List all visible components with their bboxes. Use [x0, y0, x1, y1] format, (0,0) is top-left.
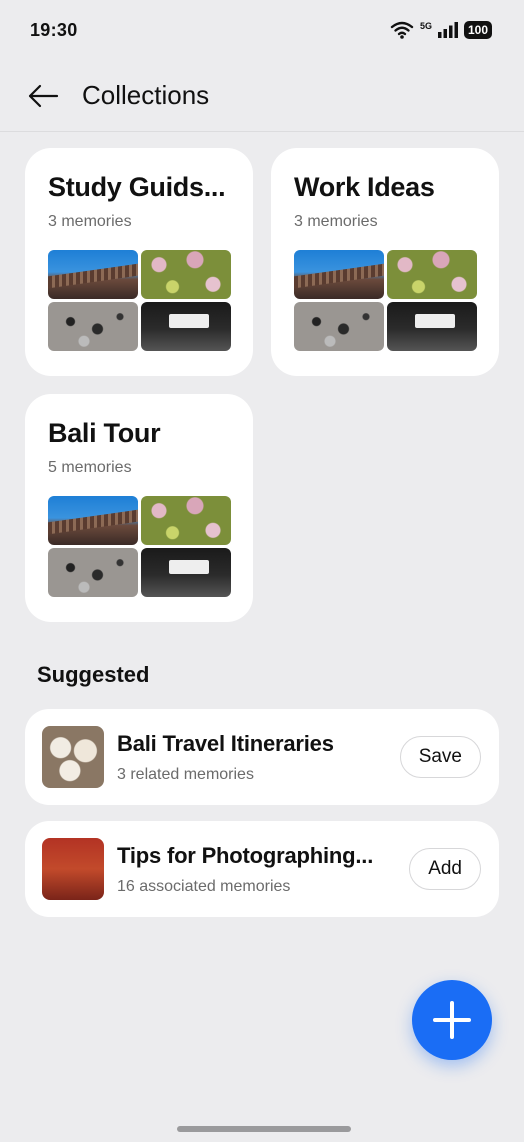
- app-header: Collections: [0, 60, 524, 132]
- status-icons: 5G 100: [390, 21, 492, 39]
- photo-thumbnail: [48, 548, 138, 597]
- network-label: 5G: [419, 21, 432, 31]
- photo-thumbnail: [387, 250, 477, 299]
- photo-thumbnail: [48, 302, 138, 351]
- photo-mosaic: [294, 250, 477, 351]
- suggested-item[interactable]: Bali Travel Itineraries 3 related memori…: [25, 709, 499, 805]
- suggestion-subtitle: 16 associated memories: [117, 877, 291, 895]
- photo-thumbnail: [141, 496, 231, 545]
- collection-card[interactable]: Bali Tour 5 memories: [25, 394, 253, 622]
- collection-title: Work Ideas: [294, 172, 435, 202]
- plus-icon: [433, 1001, 471, 1039]
- add-button[interactable]: Add: [409, 848, 481, 890]
- suggestion-thumbnail: [42, 838, 104, 900]
- suggestion-title: Tips for Photographing...: [117, 842, 374, 868]
- battery-indicator: 100: [463, 21, 492, 39]
- collections-grid: Study Guids... 3 memories Work Ideas 3 m…: [25, 148, 499, 622]
- home-indicator[interactable]: [177, 1126, 351, 1132]
- arrow-left-icon: [28, 84, 59, 107]
- photo-thumbnail: [48, 496, 138, 545]
- suggested-item[interactable]: Tips for Photographing... 16 associated …: [25, 821, 499, 917]
- collection-count: 3 memories: [48, 213, 132, 230]
- photo-thumbnail: [387, 302, 477, 351]
- photo-mosaic: [48, 496, 231, 597]
- suggestion-thumbnail: [42, 726, 104, 788]
- page-title: Collections: [82, 80, 210, 110]
- status-bar: 19:30 5G 100: [0, 0, 524, 60]
- save-button[interactable]: Save: [399, 736, 481, 778]
- collection-count: 5 memories: [48, 459, 132, 476]
- collection-title: Study Guids...: [48, 172, 226, 202]
- photo-thumbnail: [48, 250, 138, 299]
- collection-card[interactable]: Work Ideas 3 memories: [271, 148, 499, 376]
- back-button[interactable]: [26, 79, 60, 113]
- suggestion-text: Tips for Photographing... 16 associated …: [117, 843, 397, 896]
- suggestion-subtitle: 3 related memories: [117, 765, 254, 783]
- collection-count: 3 memories: [294, 213, 378, 230]
- photo-mosaic: [48, 250, 231, 351]
- photo-thumbnail: [141, 250, 231, 299]
- collection-card[interactable]: Study Guids... 3 memories: [25, 148, 253, 376]
- collection-title: Bali Tour: [48, 418, 161, 448]
- photo-thumbnail: [294, 302, 384, 351]
- suggestion-text: Bali Travel Itineraries 3 related memori…: [117, 731, 388, 784]
- photo-thumbnail: [141, 548, 231, 597]
- status-time: 19:30: [30, 19, 78, 40]
- add-collection-button[interactable]: [412, 980, 492, 1060]
- section-title-suggested: Suggested: [37, 662, 150, 687]
- suggestion-title: Bali Travel Itineraries: [117, 730, 334, 756]
- signal-icon: [437, 22, 458, 38]
- wifi-icon: [390, 21, 414, 39]
- photo-thumbnail: [141, 302, 231, 351]
- photo-thumbnail: [294, 250, 384, 299]
